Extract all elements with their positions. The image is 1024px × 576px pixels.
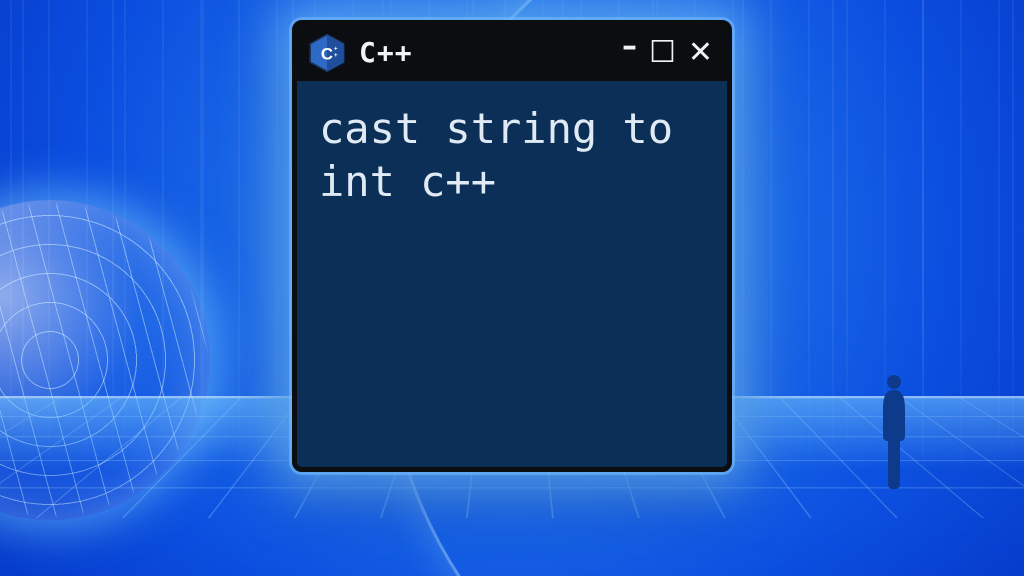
terminal-content: cast string to int c++: [297, 81, 727, 230]
terminal-window: C + + C++ – ☐ ✕ cast string to int c++: [292, 20, 732, 472]
standing-person-icon: [874, 372, 914, 490]
svg-text:+: +: [334, 46, 338, 53]
window-maximize-icon[interactable]: ☐: [649, 38, 676, 68]
window-controls: – ☐ ✕: [622, 38, 713, 68]
svg-text:C: C: [321, 44, 333, 63]
svg-text:+: +: [334, 52, 338, 59]
titlebar[interactable]: C + + C++ – ☐ ✕: [297, 25, 727, 81]
window-minimize-icon[interactable]: –: [622, 32, 637, 62]
cpp-hexagon-icon: C + +: [307, 33, 347, 73]
app-title: C++: [359, 39, 610, 67]
window-close-icon[interactable]: ✕: [688, 38, 713, 68]
background-scene: C + + C++ – ☐ ✕ cast string to int c++: [0, 0, 1024, 576]
